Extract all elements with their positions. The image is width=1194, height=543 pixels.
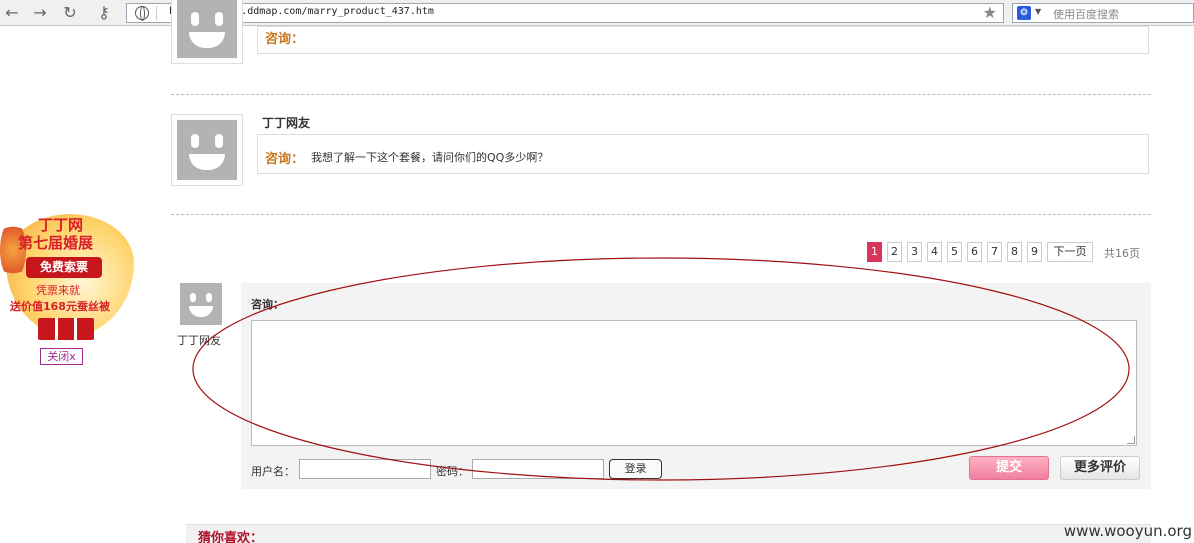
chevron-down-icon[interactable]: ▼ [1035, 7, 1041, 16]
reload-icon[interactable]: ↻ [60, 3, 80, 23]
ad-line4: 送价值168元蚕丝被 [10, 300, 110, 313]
paw-icon[interactable]: ❂ [1017, 6, 1031, 20]
comment-textarea[interactable] [251, 320, 1137, 446]
consult-label: 咨询： [265, 152, 305, 167]
floating-ad[interactable]: 丁丁网 第七届婚展 免费索票 凭票来就 送价值168元蚕丝被 关闭x [0, 210, 135, 370]
recommend-title: 猜你喜欢： [198, 531, 264, 543]
username-label: 用户名： [251, 465, 295, 478]
page-link[interactable]: 4 [927, 242, 942, 262]
resize-handle[interactable] [1127, 436, 1135, 444]
watermark: www.wooyun.org [1063, 522, 1192, 540]
poster-name: 丁丁网友 [177, 334, 221, 347]
comment-box: 咨询： [257, 26, 1149, 54]
page-link[interactable]: 5 [947, 242, 962, 262]
page-link[interactable]: 7 [987, 242, 1002, 262]
divider [156, 6, 157, 20]
comment-form: 咨询： 用户名： 密码： 登录 提交 更多评价 [241, 283, 1151, 489]
back-icon[interactable]: ← [2, 3, 22, 23]
globe-icon [135, 6, 149, 21]
submit-button[interactable]: 提交 [969, 456, 1049, 480]
page-link[interactable]: 2 [887, 242, 902, 262]
page-link[interactable]: 3 [907, 242, 922, 262]
username-input[interactable] [299, 459, 431, 479]
search-placeholder[interactable]: 使用百度搜索 [1053, 6, 1119, 22]
password-input[interactable] [472, 459, 604, 479]
smiley-icon [177, 0, 237, 58]
key-icon[interactable]: ⚷ [92, 3, 116, 23]
password-label: 密码： [436, 465, 469, 478]
comment-username: 丁丁网友 [262, 116, 311, 130]
login-button[interactable]: 登录 [609, 459, 662, 479]
comment-box: 咨询： 我想了解一下这个套餐，请问你们的QQ多少啊？ [257, 134, 1149, 174]
consult-label: 咨询： [251, 298, 284, 311]
divider [171, 214, 1151, 215]
ad-ticket-button[interactable]: 免费索票 [26, 257, 102, 278]
star-icon[interactable]: ★ [983, 3, 997, 22]
avatar [171, 114, 243, 186]
more-reviews-button[interactable]: 更多评价 [1060, 456, 1140, 480]
page-link[interactable]: 8 [1007, 242, 1022, 262]
forward-icon[interactable]: → [30, 3, 50, 23]
consult-label: 咨询： [265, 32, 305, 47]
search-box[interactable]: ❂ ▼ 使用百度搜索 [1012, 3, 1194, 23]
gift-icon [38, 318, 94, 340]
avatar [171, 0, 243, 64]
ad-close-button[interactable]: 关闭x [40, 348, 83, 365]
page-link[interactable]: 9 [1027, 242, 1042, 262]
page-total: 共16页 [1104, 247, 1140, 260]
page-link[interactable]: 1 [867, 242, 882, 262]
ad-line3: 凭票来就 [36, 284, 80, 297]
divider [171, 94, 1151, 95]
recommend-section: 猜你喜欢： [186, 524, 1151, 543]
ad-line2: 第七届婚展 [18, 234, 94, 252]
smiley-icon [180, 283, 222, 325]
address-bar[interactable]: http://marry.ddmap.com/marry_product_437… [126, 3, 1004, 23]
page-link[interactable]: 6 [967, 242, 982, 262]
next-page-link[interactable]: 下一页 [1047, 242, 1093, 262]
comment-text: 我想了解一下这个套餐，请问你们的QQ多少啊？ [311, 151, 549, 164]
smiley-icon [177, 120, 237, 180]
